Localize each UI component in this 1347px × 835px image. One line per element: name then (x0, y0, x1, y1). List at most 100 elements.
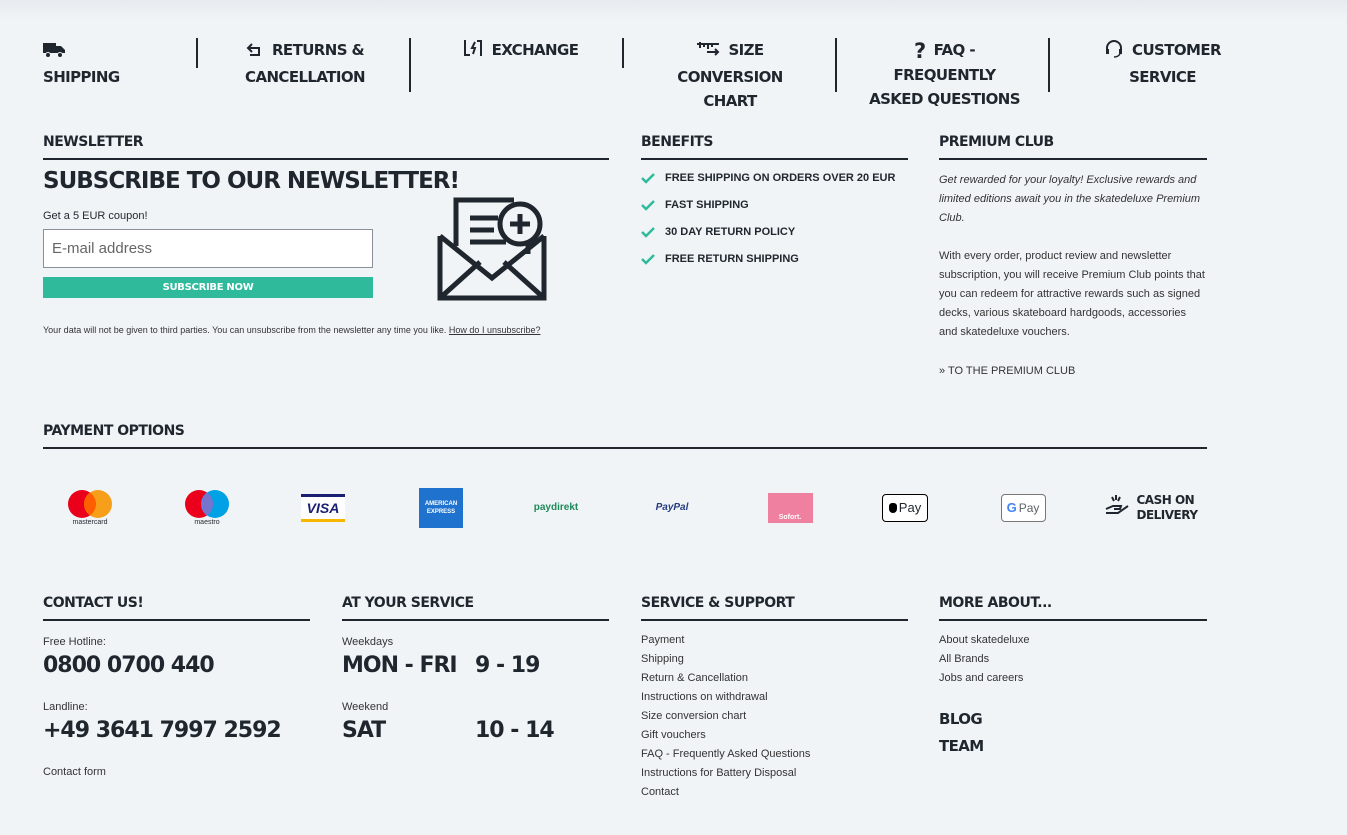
weekdays-label: Weekdays (342, 636, 394, 648)
benefit-text: FREE SHIPPING ON ORDERS OVER 20 EUR (665, 172, 896, 184)
support-links: Payment Shipping Return & Cancellation I… (641, 631, 810, 802)
email-input[interactable] (43, 229, 373, 268)
support-link[interactable]: Gift vouchers (641, 726, 810, 745)
apple-pay-label: Pay (898, 500, 922, 515)
visa-logo: VISA (300, 485, 346, 530)
benefit-item: 30 DAY RETURN POLICY (641, 226, 895, 253)
service-bar: Shipping Returns & Cancellation Exchange… (0, 38, 1280, 110)
more-links: About skatedeluxe All Brands Jobs and ca… (939, 631, 1030, 688)
truck-icon (43, 41, 65, 65)
weekend-hours: 10 - 14 (475, 718, 555, 743)
more-link[interactable]: Jobs and careers (939, 669, 1030, 688)
support-link[interactable]: Instructions on withdrawal (641, 688, 810, 707)
newsletter-disclaimer: Your data will not be given to third par… (43, 325, 540, 335)
paydirekt-label: paydirekt (533, 502, 579, 513)
service-size-label-1: Size Conversion (677, 41, 783, 86)
support-link[interactable]: Payment (641, 631, 810, 650)
more-link[interactable]: About skatedeluxe (939, 631, 1030, 650)
divider (622, 38, 624, 68)
benefit-item: FREE SHIPPING ON ORDERS OVER 20 EUR (641, 172, 895, 199)
support-link[interactable]: Instructions for Battery Disposal (641, 764, 810, 783)
headset-icon (1104, 40, 1124, 65)
cash-hand-icon (1104, 493, 1130, 522)
weekend-days: Sat (342, 718, 386, 743)
divider (409, 38, 411, 92)
service-size-label-2: Chart (703, 92, 757, 110)
benefit-text: 30 DAY RETURN POLICY (665, 226, 796, 238)
service-customer[interactable]: Customer Service (1080, 38, 1245, 92)
support-title: Service & Support (641, 595, 908, 621)
service-returns[interactable]: Returns & Cancellation (230, 38, 380, 92)
cash-label: Cash on Delivery (1136, 492, 1198, 523)
maestro-logo: maestro (177, 485, 237, 530)
more-link[interactable]: All Brands (939, 650, 1030, 669)
exchange-icon (462, 38, 484, 65)
service-shipping-label: Shipping (43, 68, 120, 86)
mastercard-logo: mastercard (60, 485, 120, 530)
service-shipping[interactable]: Shipping (43, 38, 143, 92)
size-ruler-icon (696, 40, 720, 65)
cash-label-1: Cash on (1136, 492, 1195, 507)
premium-title: Premium Club (939, 134, 1207, 160)
amex-label: AMERICAN EXPRESS (424, 500, 458, 515)
service-faq-label-1: FAQ - Frequently (893, 41, 996, 84)
paypal-logo: PayPal (648, 485, 696, 530)
hotline-number[interactable]: 0800 0700 440 (43, 653, 215, 678)
support-link[interactable]: Return & Cancellation (641, 669, 810, 688)
return-arrow-icon (246, 41, 264, 65)
visa-label: VISA (306, 499, 340, 516)
weekend-label: Weekend (342, 701, 389, 713)
service-exchange[interactable]: Exchange (450, 38, 590, 92)
maestro-label: maestro (194, 519, 220, 526)
newsletter-headline: Subscribe to our newsletter! (43, 168, 460, 194)
cash-on-delivery-logo: Cash on Delivery (1106, 485, 1198, 530)
check-icon (641, 172, 655, 187)
apple-pay-logo: Pay (882, 485, 928, 530)
landline-number[interactable]: +49 3641 7997 2592 (43, 718, 282, 743)
benefit-text: FREE RETURN SHIPPING (665, 253, 799, 265)
sofort-label: Sofort. (778, 513, 802, 521)
support-link[interactable]: Shipping (641, 650, 810, 669)
benefit-text: FAST SHIPPING (665, 199, 749, 211)
benefits-list: FREE SHIPPING ON ORDERS OVER 20 EUR FAST… (641, 172, 895, 280)
check-icon (641, 226, 655, 241)
premium-body: With every order, product review and new… (939, 250, 1205, 338)
landline-label: Landline: (43, 701, 88, 713)
contact-form-link[interactable]: Contact form (43, 766, 106, 778)
paydirekt-logo: paydirekt (530, 485, 582, 530)
google-pay-label: Pay (1018, 500, 1040, 515)
more-title: More about... (939, 595, 1207, 621)
support-link[interactable]: FAQ - Frequently Asked Questions (641, 745, 810, 764)
divider (835, 38, 837, 92)
support-link[interactable]: Size conversion chart (641, 707, 810, 726)
newsletter-envelope-icon (436, 196, 548, 307)
premium-intro: Get rewarded for your loyalty! Exclusive… (939, 174, 1201, 224)
divider (196, 38, 198, 68)
benefits-title: Benefits (641, 134, 908, 160)
apple-icon (888, 502, 897, 513)
service-faq-label-2: Asked Questions (869, 90, 1020, 108)
service-customer-label: Customer Service (1129, 41, 1221, 86)
service-returns-label-1: Returns & (271, 41, 365, 59)
unsubscribe-link[interactable]: How do I unsubscribe? (449, 325, 541, 335)
service-faq[interactable]: ? FAQ - Frequently Asked Questions (862, 38, 1027, 108)
divider (1048, 38, 1050, 92)
sofort-logo: Sofort. (767, 485, 813, 530)
benefit-item: FAST SHIPPING (641, 199, 895, 226)
team-link[interactable]: Team (939, 737, 984, 755)
check-icon (641, 199, 655, 214)
check-icon (641, 253, 655, 268)
disclaimer-text: Your data will not be given to third par… (43, 325, 447, 335)
top-edge (0, 0, 1347, 22)
premium-link[interactable]: » TO THE PREMIUM CLUB (939, 362, 1207, 381)
payment-title: Payment Options (43, 423, 1207, 449)
weekdays-hours: 9 - 19 (475, 653, 540, 678)
service-size-chart[interactable]: Size Conversion Chart (650, 38, 810, 110)
cash-label-2: Delivery (1136, 507, 1198, 522)
blog-link[interactable]: Blog (939, 710, 983, 728)
mastercard-label: mastercard (72, 519, 108, 526)
google-g-icon: G (1006, 500, 1017, 515)
support-link[interactable]: Contact (641, 783, 810, 802)
subscribe-button[interactable]: Subscribe now (43, 277, 373, 298)
hotline-label: Free Hotline: (43, 636, 106, 648)
